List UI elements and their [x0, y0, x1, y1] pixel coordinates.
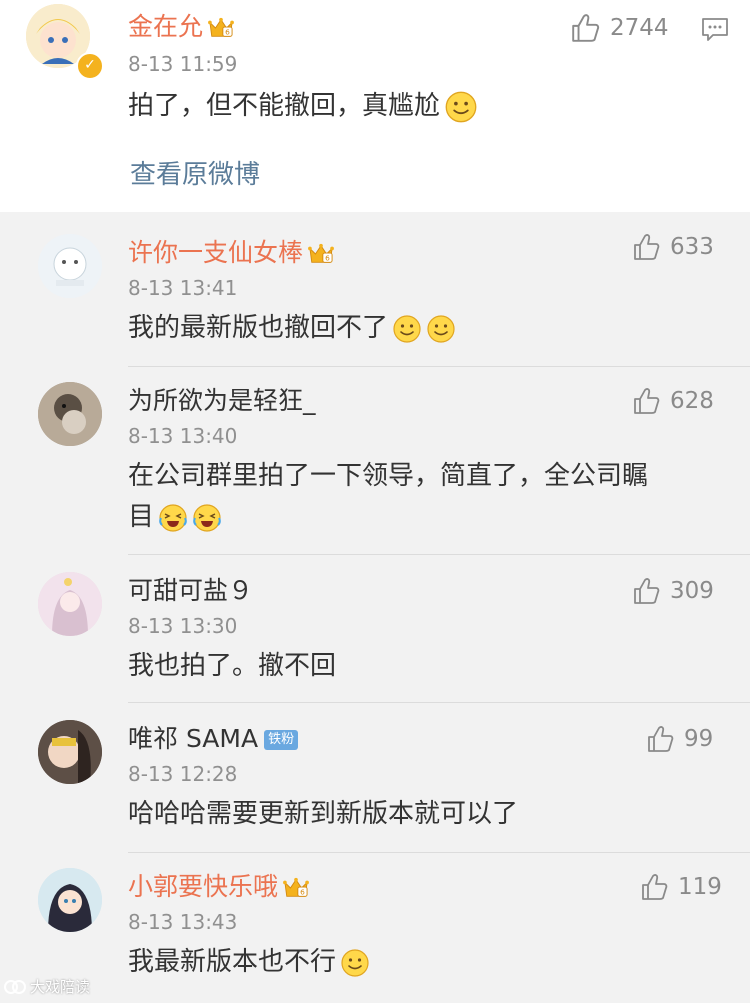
- user-avatar[interactable]: [38, 572, 102, 636]
- reply-text: 我也拍了。撤不回: [128, 651, 337, 681]
- divider: [128, 852, 750, 853]
- thumb-up-icon: [632, 386, 662, 416]
- reply-username[interactable]: 唯祁 SAMA 铁粉: [128, 724, 299, 754]
- comment-time: 8-13 11:59: [128, 52, 238, 76]
- reply-username[interactable]: 可甜可盐９: [128, 576, 253, 606]
- username-text[interactable]: 金在允: [128, 12, 203, 41]
- like-count: 309: [670, 578, 714, 604]
- view-original-post-link[interactable]: 查看原微博: [130, 154, 260, 191]
- thumb-up-icon: [570, 12, 602, 44]
- vip-crown-icon: [207, 16, 235, 40]
- reply-time: 8-13 13:30: [128, 614, 238, 638]
- user-avatar[interactable]: [38, 868, 102, 932]
- reply-time: 8-13 13:40: [128, 424, 238, 448]
- like-button[interactable]: 2744: [570, 12, 669, 44]
- reply-username[interactable]: 许你一支仙女棒: [128, 238, 335, 268]
- watermark: 大戏陪读: [4, 976, 90, 997]
- smile-emoji-icon: [340, 948, 370, 978]
- username-text[interactable]: 唯祁 SAMA: [128, 724, 258, 753]
- reply-time: 8-13 13:41: [128, 276, 238, 300]
- user-avatar[interactable]: [38, 720, 102, 784]
- watermark-text: 大戏陪读: [30, 978, 91, 996]
- divider: [128, 554, 750, 555]
- divider: [128, 366, 750, 367]
- like-count: 628: [670, 388, 714, 414]
- reply-username[interactable]: 为所欲为是轻狂_: [128, 386, 316, 416]
- thumb-up-icon: [646, 724, 676, 754]
- comment-text: 拍了，但不能撤回，真尴尬: [128, 86, 478, 127]
- watermark-logo-icon: [4, 979, 26, 994]
- reply-text-content: 目: [128, 502, 155, 532]
- reply-text: 哈哈哈需要更新到新版本就可以了: [128, 799, 519, 829]
- main-comment: ✓ 金在允 8-13 11:59 拍了，但不能撤回，真尴尬 2744 查看原微博: [0, 0, 750, 212]
- verified-badge-icon: ✓: [76, 52, 104, 80]
- smile-emoji-icon: [426, 314, 456, 344]
- reply-username[interactable]: 小郭要快乐哦: [128, 872, 310, 902]
- user-avatar[interactable]: [38, 234, 102, 298]
- fan-badge: 铁粉: [264, 730, 299, 750]
- vip-crown-icon: [307, 242, 335, 266]
- like-button[interactable]: 309: [632, 576, 714, 606]
- divider: [128, 702, 750, 703]
- reply-text-line2: 目: [128, 497, 222, 538]
- comment-text-content: 拍了，但不能撤回，真尴尬: [128, 91, 441, 121]
- smile-emoji-icon: [444, 90, 478, 124]
- like-count: 119: [678, 874, 722, 900]
- username-text[interactable]: 许你一支仙女棒: [128, 238, 303, 267]
- comment-username[interactable]: 金在允: [128, 12, 235, 42]
- like-button[interactable]: 628: [632, 386, 714, 416]
- reply-text-content: 我最新版本也不行: [128, 947, 337, 977]
- comment-reply-icon[interactable]: [700, 16, 730, 48]
- reply-text: 在公司群里拍了一下领导，简直了，全公司瞩: [128, 461, 649, 491]
- like-button[interactable]: 99: [646, 724, 713, 754]
- thumb-up-icon: [640, 872, 670, 902]
- smile-emoji-icon: [392, 314, 422, 344]
- reply-time: 8-13 13:43: [128, 910, 238, 934]
- like-count: 633: [670, 234, 714, 260]
- like-button[interactable]: 119: [640, 872, 722, 902]
- username-text[interactable]: 小郭要快乐哦: [128, 872, 278, 901]
- laugh-cry-emoji-icon: [158, 503, 188, 533]
- user-avatar[interactable]: [38, 382, 102, 446]
- thumb-up-icon: [632, 576, 662, 606]
- laugh-cry-emoji-icon: [192, 503, 222, 533]
- like-count: 2744: [610, 15, 669, 41]
- like-button[interactable]: 633: [632, 232, 714, 262]
- vip-crown-icon: [282, 876, 310, 900]
- like-count: 99: [684, 726, 714, 752]
- thumb-up-icon: [632, 232, 662, 262]
- reply-text: 我最新版本也不行: [128, 942, 370, 983]
- reply-text: 我的最新版也撤回不了: [128, 308, 456, 349]
- reply-text-content: 我的最新版也撤回不了: [128, 313, 389, 343]
- reply-time: 8-13 12:28: [128, 762, 238, 786]
